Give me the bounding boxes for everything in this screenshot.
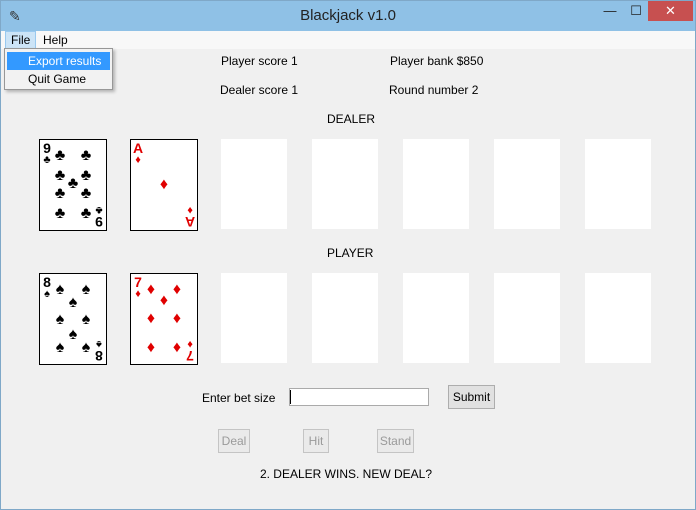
player-card-1: 8 ♠ ♠ ♠ ♠ ♠ ♠ ♠ ♠ ♠ 8 ♠ [39, 273, 107, 365]
diamond-pip: ♦ [172, 339, 182, 356]
maximize-button[interactable]: ☐ [623, 1, 649, 21]
player-empty-slot [312, 273, 378, 363]
player-empty-slot [585, 273, 651, 363]
menu-item-export-results[interactable]: Export results [7, 52, 110, 70]
card-index-bottom: 7 ♦ [186, 338, 194, 364]
player-empty-slot [403, 273, 469, 363]
submit-button[interactable]: Submit [448, 385, 495, 409]
club-pip: ♣ [80, 185, 92, 202]
card-index-bottom: 9 ♣ [95, 204, 103, 230]
player-label: PLAYER [327, 246, 374, 260]
player-score: Player score 1 [221, 54, 298, 68]
player-bank: Player bank $850 [390, 54, 484, 68]
player-card-2: 7 ♦ ♦ ♦ ♦ ♦ ♦ ♦ ♦ 7 ♦ [130, 273, 198, 365]
bet-size-label: Enter bet size [202, 391, 276, 405]
card-index-bottom: A ♦ [184, 204, 196, 230]
club-pip: ♣ [80, 147, 92, 164]
spade-pip: ♠ [55, 339, 65, 356]
dealer-empty-slot [221, 139, 287, 229]
spade-pip: ♠ [81, 311, 91, 328]
hit-button[interactable]: Hit [303, 429, 329, 453]
club-pip: ♣ [54, 205, 66, 222]
card-index-bottom: 8 ♠ [95, 338, 103, 364]
title-bar: ✎ Blackjack v1.0 — ☐ ✕ [1, 1, 695, 31]
menu-item-quit-game[interactable]: Quit Game [7, 70, 110, 88]
menu-file[interactable]: File [5, 31, 37, 49]
spade-pip: ♠ [81, 339, 91, 356]
dealer-empty-slot [312, 139, 378, 229]
dealer-card-1: 9 ♣ ♣ ♣ ♣ ♣ ♣ ♣ ♣ ♣ ♣ 9 ♣ [39, 139, 107, 231]
club-pip: ♣ [80, 167, 92, 184]
menu-bar: File Help [1, 31, 695, 49]
club-pip: ♣ [54, 185, 66, 202]
club-pip: ♣ [54, 147, 66, 164]
diamond-pip: ♦ [172, 310, 182, 327]
text-caret [290, 390, 291, 404]
menu-help[interactable]: Help [38, 32, 73, 48]
close-button[interactable]: ✕ [648, 1, 693, 21]
spade-pip: ♠ [68, 294, 78, 311]
player-empty-slot [494, 273, 560, 363]
round-number: Round number 2 [389, 83, 479, 97]
diamond-pip: ♦ [159, 176, 169, 193]
dealer-empty-slot [494, 139, 560, 229]
card-index-top: A ♦ [132, 140, 144, 166]
club-pip: ♣ [80, 205, 92, 222]
stand-button[interactable]: Stand [377, 429, 414, 453]
deal-button[interactable]: Deal [218, 429, 250, 453]
diamond-pip: ♦ [146, 310, 156, 327]
player-empty-slot [221, 273, 287, 363]
dealer-empty-slot [403, 139, 469, 229]
spade-pip: ♠ [55, 311, 65, 328]
dealer-empty-slot [585, 139, 651, 229]
dealer-label: DEALER [327, 112, 376, 126]
bet-size-input[interactable] [289, 388, 429, 406]
file-menu-dropdown: Export results Quit Game [4, 48, 113, 90]
minimize-button[interactable]: — [597, 1, 623, 21]
game-status-message: 2. DEALER WINS. NEW DEAL? [259, 467, 433, 481]
dealer-card-2: A ♦ ♦ A ♦ [130, 139, 198, 231]
dealer-score: Dealer score 1 [220, 83, 299, 97]
window-title: Blackjack v1.0 [300, 7, 396, 24]
diamond-pip: ♦ [159, 292, 169, 309]
diamond-pip: ♦ [146, 339, 156, 356]
